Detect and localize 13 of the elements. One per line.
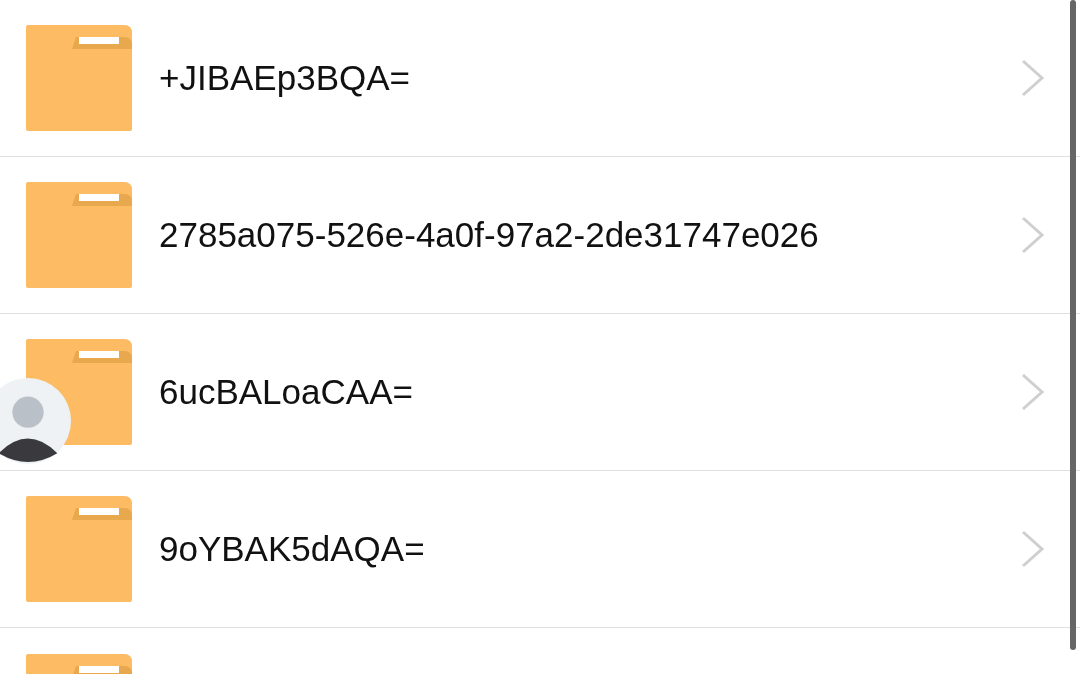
chevron-right-icon[interactable] — [1020, 529, 1046, 569]
scrollbar[interactable] — [1070, 0, 1076, 650]
folder-name: 9oYBAK5dAQA= — [159, 529, 426, 569]
chevron-right-icon[interactable] — [1020, 215, 1046, 255]
folder-icon — [26, 182, 132, 288]
folder-icon — [26, 25, 132, 131]
folder-name: 2785a075-526e-4a0f-97a2-2de31747e026 — [159, 215, 820, 255]
avatar-bubble[interactable] — [0, 377, 72, 465]
chevron-right-icon[interactable] — [1020, 372, 1046, 412]
folder-name: +JIBAEp3BQA= — [159, 58, 411, 98]
folder-icon — [26, 496, 132, 602]
folder-name: 6ucBALoaCAA= — [159, 372, 414, 412]
chevron-right-icon[interactable] — [1020, 58, 1046, 98]
